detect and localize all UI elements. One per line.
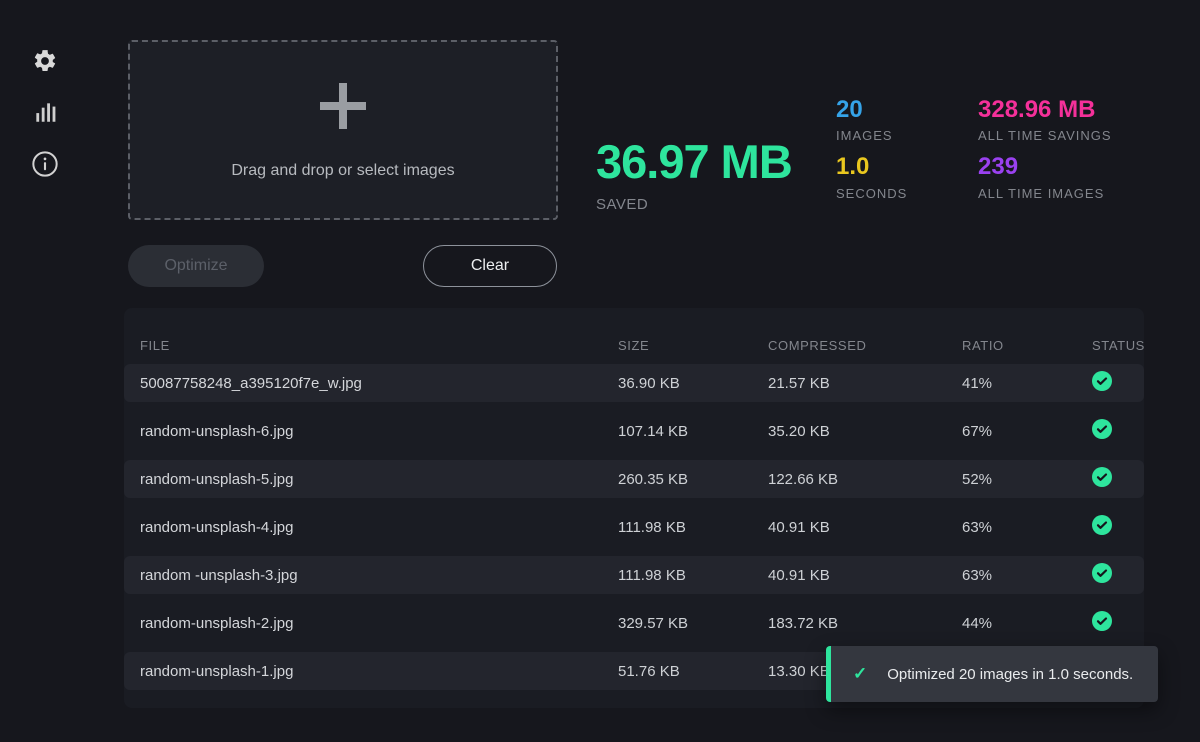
app-window: Drag and drop or select images Optimize … <box>0 0 1200 742</box>
table-row[interactable]: random-unsplash-4.jpg 111.98 KB 40.91 KB… <box>124 508 1144 546</box>
status-cell <box>1084 563 1144 588</box>
table-row[interactable]: random-unsplash-5.jpg 260.35 KB 122.66 K… <box>124 460 1144 498</box>
file-ratio: 63% <box>962 567 1084 584</box>
file-name: random-unsplash-6.jpg <box>124 423 618 440</box>
dropzone-label: Drag and drop or select images <box>231 162 454 180</box>
file-size: 111.98 KB <box>618 519 768 536</box>
status-cell <box>1084 419 1144 444</box>
file-name: random -unsplash-3.jpg <box>124 567 618 584</box>
file-size: 107.14 KB <box>618 423 768 440</box>
file-size: 111.98 KB <box>618 567 768 584</box>
stats-button[interactable] <box>30 97 60 127</box>
table-row[interactable]: random-unsplash-2.jpg 329.57 KB 183.72 K… <box>124 604 1144 642</box>
plus-icon <box>318 81 368 136</box>
file-size: 36.90 KB <box>618 375 768 392</box>
file-name: random-unsplash-4.jpg <box>124 519 618 536</box>
file-compressed-size: 183.72 KB <box>768 615 962 632</box>
images-count: 20 <box>836 97 907 123</box>
file-compressed-size: 21.57 KB <box>768 375 962 392</box>
clear-button[interactable]: Clear <box>423 245 557 287</box>
sidebar <box>0 0 90 742</box>
toast-message: Optimized 20 images in 1.0 seconds. <box>887 666 1133 683</box>
info-icon <box>31 150 59 178</box>
success-check-icon <box>1092 371 1112 396</box>
status-cell <box>1084 515 1144 540</box>
success-check-icon <box>1092 419 1112 444</box>
file-ratio: 67% <box>962 423 1084 440</box>
file-compressed-size: 40.91 KB <box>768 519 962 536</box>
file-size: 51.76 KB <box>618 663 768 680</box>
table-row[interactable]: random-unsplash-6.jpg 107.14 KB 35.20 KB… <box>124 412 1144 450</box>
seconds-count: 1.0 <box>836 154 907 180</box>
gear-icon <box>32 48 58 74</box>
file-ratio: 63% <box>962 519 1084 536</box>
header-file: FILE <box>124 338 618 353</box>
table-row[interactable]: random -unsplash-3.jpg 111.98 KB 40.91 K… <box>124 556 1144 594</box>
table-header: FILE SIZE COMPRESSED RATIO STATUS <box>124 330 1144 360</box>
success-check-icon <box>1092 563 1112 588</box>
images-label: IMAGES <box>836 128 907 143</box>
file-ratio: 52% <box>962 471 1084 488</box>
table-row[interactable]: 50087758248_a395120f7e_w.jpg 36.90 KB 21… <box>124 364 1144 402</box>
success-check-icon <box>1092 611 1112 636</box>
seconds-label: SECONDS <box>836 186 907 201</box>
session-stats: 20 IMAGES 1.0 SECONDS <box>836 97 907 212</box>
alltime-savings-label: ALL TIME SAVINGS <box>978 128 1112 143</box>
file-size: 260.35 KB <box>618 471 768 488</box>
file-name: random-unsplash-5.jpg <box>124 471 618 488</box>
saved-stat: 36.97 MB SAVED <box>596 138 792 213</box>
status-cell <box>1084 611 1144 636</box>
alltime-images-value: 239 <box>978 154 1112 180</box>
dropzone[interactable]: Drag and drop or select images <box>128 40 558 220</box>
file-compressed-size: 40.91 KB <box>768 567 962 584</box>
optimize-button[interactable]: Optimize <box>128 245 264 287</box>
table-body: 50087758248_a395120f7e_w.jpg 36.90 KB 21… <box>124 364 1144 690</box>
file-name: 50087758248_a395120f7e_w.jpg <box>124 375 618 392</box>
about-button[interactable] <box>30 149 60 179</box>
file-compressed-size: 35.20 KB <box>768 423 962 440</box>
alltime-images-label: ALL TIME IMAGES <box>978 186 1112 201</box>
status-cell <box>1084 371 1144 396</box>
file-ratio: 41% <box>962 375 1084 392</box>
check-icon: ✓ <box>853 664 867 684</box>
file-compressed-size: 122.66 KB <box>768 471 962 488</box>
alltime-savings-value: 328.96 MB <box>978 97 1112 123</box>
header-compressed: COMPRESSED <box>768 338 962 353</box>
file-name: random-unsplash-2.jpg <box>124 615 618 632</box>
settings-button[interactable] <box>30 46 60 76</box>
header-status: STATUS <box>1084 338 1144 353</box>
bar-chart-icon <box>32 99 58 125</box>
header-ratio: RATIO <box>962 338 1084 353</box>
file-name: random-unsplash-1.jpg <box>124 663 618 680</box>
saved-label: SAVED <box>596 196 792 213</box>
saved-value: 36.97 MB <box>596 138 792 185</box>
alltime-stats: 328.96 MB ALL TIME SAVINGS 239 ALL TIME … <box>978 97 1112 212</box>
file-ratio: 44% <box>962 615 1084 632</box>
success-check-icon <box>1092 515 1112 540</box>
toast-notification: ✓ Optimized 20 images in 1.0 seconds. <box>826 646 1158 702</box>
header-size: SIZE <box>618 338 768 353</box>
file-size: 329.57 KB <box>618 615 768 632</box>
success-check-icon <box>1092 467 1112 492</box>
status-cell <box>1084 467 1144 492</box>
